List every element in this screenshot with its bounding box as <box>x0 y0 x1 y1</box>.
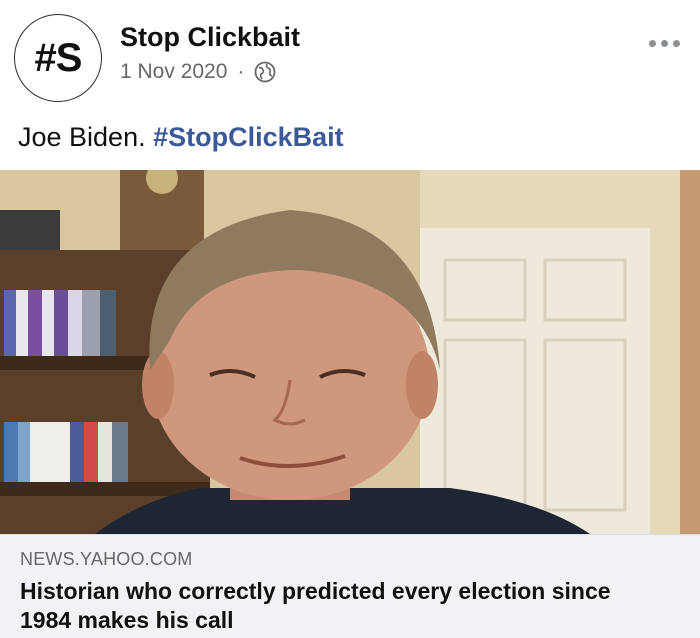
post-caption: Joe Biden. #StopClickBait <box>18 122 344 153</box>
facebook-post: #S Stop Clickbait 1 Nov 2020 · Joe Biden… <box>0 0 700 638</box>
meta-separator: · <box>237 60 245 83</box>
caption-text: Joe Biden. <box>18 122 154 152</box>
page-avatar[interactable]: #S <box>14 14 102 102</box>
post-meta: 1 Nov 2020 · <box>120 60 276 84</box>
globe-icon[interactable] <box>254 61 276 83</box>
link-preview[interactable]: NEWS.YAHOO.COM Historian who correctly p… <box>0 534 700 638</box>
hashtag-link[interactable]: #StopClickBait <box>153 122 344 152</box>
link-headline[interactable]: Historian who correctly predicted every … <box>20 577 660 635</box>
page-name-link[interactable]: Stop Clickbait <box>120 22 300 53</box>
post-date[interactable]: 1 Nov 2020 <box>120 60 227 84</box>
link-preview-image[interactable] <box>0 170 700 534</box>
link-domain: NEWS.YAHOO.COM <box>20 549 193 569</box>
more-options-icon[interactable] <box>643 34 686 53</box>
